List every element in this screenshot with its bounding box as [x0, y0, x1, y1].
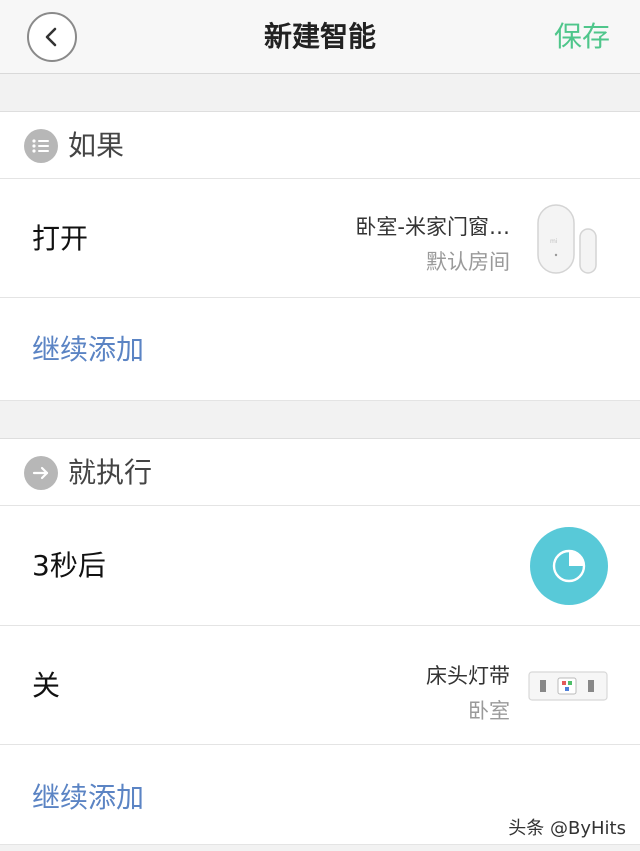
then-section-header: 就执行: [0, 438, 640, 506]
watermark: 头条 @ByHits: [508, 818, 626, 839]
light-strip-icon: [528, 668, 608, 704]
nav-bar: 新建智能 保存: [0, 0, 640, 74]
bottom-gap: [0, 845, 640, 851]
add-condition-link[interactable]: 继续添加: [32, 298, 144, 401]
device-room: 卧室: [468, 699, 510, 723]
device-name: 卧室-米家门窗…: [355, 215, 510, 239]
timer-icon: [530, 527, 608, 605]
door-window-sensor-icon: mi: [536, 203, 600, 275]
svg-text:mi: mi: [550, 238, 558, 245]
arrow-right-icon: [24, 456, 58, 490]
add-action-link[interactable]: 继续添加: [32, 745, 144, 851]
delay-label: 3秒后: [32, 549, 106, 582]
if-add-row[interactable]: 继续添加: [0, 298, 640, 401]
list-icon: [24, 129, 58, 163]
condition-action: 打开: [32, 222, 89, 255]
if-section-header: 如果: [0, 111, 640, 179]
action-label: 关: [32, 669, 61, 702]
page-title: 新建智能: [263, 20, 376, 53]
delay-row[interactable]: 3秒后: [0, 506, 640, 626]
device-room: 默认房间: [426, 250, 510, 274]
if-condition-row[interactable]: 打开 卧室-米家门窗… 默认房间 mi: [0, 179, 640, 298]
action-row[interactable]: 关 床头灯带 卧室: [0, 626, 640, 745]
save-button[interactable]: 保存: [554, 0, 610, 74]
if-section-title: 如果: [68, 129, 125, 162]
then-section-title: 就执行: [68, 456, 153, 489]
device-name: 床头灯带: [426, 664, 510, 688]
